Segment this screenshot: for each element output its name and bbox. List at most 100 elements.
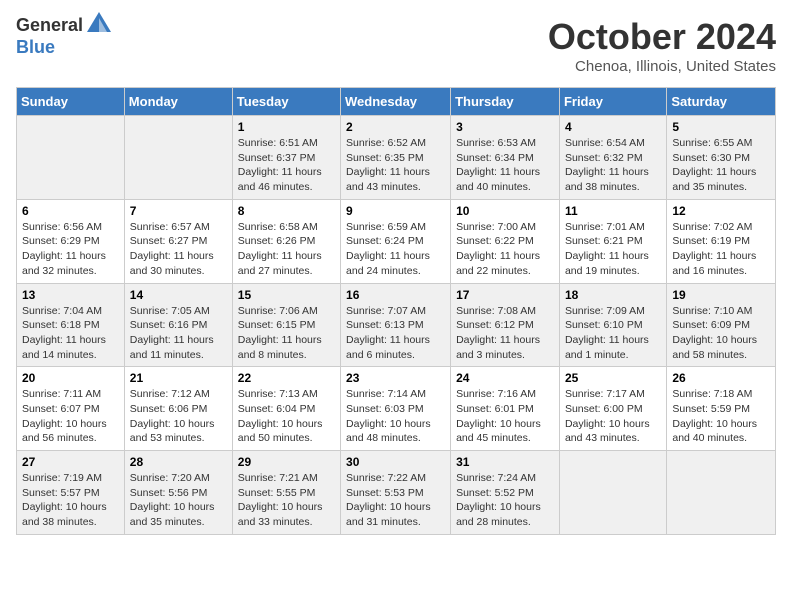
- day-number: 8: [238, 204, 335, 218]
- day-info: Sunrise: 7:17 AMSunset: 6:00 PMDaylight:…: [565, 387, 661, 446]
- table-row: [17, 116, 125, 200]
- calendar-week-row: 13Sunrise: 7:04 AMSunset: 6:18 PMDayligh…: [17, 283, 776, 367]
- day-info: Sunrise: 6:55 AMSunset: 6:30 PMDaylight:…: [672, 136, 770, 195]
- day-info: Sunrise: 7:21 AMSunset: 5:55 PMDaylight:…: [238, 471, 335, 530]
- table-row: 18Sunrise: 7:09 AMSunset: 6:10 PMDayligh…: [559, 283, 666, 367]
- table-row: [124, 116, 232, 200]
- day-number: 5: [672, 120, 770, 134]
- day-info: Sunrise: 7:22 AMSunset: 5:53 PMDaylight:…: [346, 471, 445, 530]
- day-info: Sunrise: 6:59 AMSunset: 6:24 PMDaylight:…: [346, 220, 445, 279]
- day-number: 1: [238, 120, 335, 134]
- table-row: 13Sunrise: 7:04 AMSunset: 6:18 PMDayligh…: [17, 283, 125, 367]
- location-title: Chenoa, Illinois, United States: [548, 58, 776, 75]
- table-row: 14 Sunrise: 7:05 AMSunset: 6:16 PMDayligh…: [124, 283, 232, 367]
- logo: General Blue: [16, 16, 113, 58]
- table-row: 15 Sunrise: 7:06 AMSunset: 6:15 PMDayligh…: [232, 283, 340, 367]
- table-row: 22Sunrise: 7:13 AMSunset: 6:04 PMDayligh…: [232, 367, 340, 451]
- table-row: 12 Sunrise: 7:02 AMSunset: 6:19 PMDayligh…: [667, 199, 776, 283]
- day-number: 23: [346, 371, 445, 385]
- day-number: 21: [130, 371, 227, 385]
- header-friday: Friday: [559, 88, 666, 116]
- table-row: 7 Sunrise: 6:57 AMSunset: 6:27 PMDaylight…: [124, 199, 232, 283]
- day-number: 10: [456, 204, 554, 218]
- day-number: 25: [565, 371, 661, 385]
- day-info: Sunrise: 7:08 AMSunset: 6:12 PMDaylight:…: [456, 304, 554, 363]
- calendar-week-row: 27 Sunrise: 7:19 AMSunset: 5:57 PMDayligh…: [17, 451, 776, 535]
- title-area: October 2024 Chenoa, Illinois, United St…: [548, 16, 776, 75]
- day-number: 7: [130, 204, 227, 218]
- day-info: Sunrise: 7:01 AMSunset: 6:21 PMDaylight:…: [565, 220, 661, 279]
- day-info: Sunrise: 6:58 AMSunset: 6:26 PMDaylight:…: [238, 220, 335, 279]
- table-row: 9 Sunrise: 6:59 AMSunset: 6:24 PMDaylight…: [341, 199, 451, 283]
- calendar-header-row: Sunday Monday Tuesday Wednesday Thursday…: [17, 88, 776, 116]
- day-info: Sunrise: 7:19 AMSunset: 5:57 PMDaylight:…: [22, 471, 119, 530]
- day-number: 14: [130, 288, 227, 302]
- day-info: Sunrise: 7:06 AMSunset: 6:15 PMDaylight:…: [238, 304, 335, 363]
- table-row: 28 Sunrise: 7:20 AMSunset: 5:56 PMDayligh…: [124, 451, 232, 535]
- header-sunday: Sunday: [17, 88, 125, 116]
- day-info: Sunrise: 6:54 AMSunset: 6:32 PMDaylight:…: [565, 136, 661, 195]
- day-number: 4: [565, 120, 661, 134]
- table-row: [667, 451, 776, 535]
- logo-icon: [85, 10, 113, 38]
- calendar-week-row: 6 Sunrise: 6:56 AMSunset: 6:29 PMDaylight…: [17, 199, 776, 283]
- day-number: 15: [238, 288, 335, 302]
- header-thursday: Thursday: [451, 88, 560, 116]
- table-row: 3Sunrise: 6:53 AMSunset: 6:34 PMDaylight…: [451, 116, 560, 200]
- day-info: Sunrise: 7:12 AMSunset: 6:06 PMDaylight:…: [130, 387, 227, 446]
- day-info: Sunrise: 6:57 AMSunset: 6:27 PMDaylight:…: [130, 220, 227, 279]
- day-info: Sunrise: 7:05 AMSunset: 6:16 PMDaylight:…: [130, 304, 227, 363]
- day-number: 29: [238, 455, 335, 469]
- day-info: Sunrise: 7:10 AMSunset: 6:09 PMDaylight:…: [672, 304, 770, 363]
- month-title: October 2024: [548, 16, 776, 58]
- header-monday: Monday: [124, 88, 232, 116]
- day-number: 20: [22, 371, 119, 385]
- day-number: 27: [22, 455, 119, 469]
- table-row: 8 Sunrise: 6:58 AMSunset: 6:26 PMDaylight…: [232, 199, 340, 283]
- table-row: 30 Sunrise: 7:22 AMSunset: 5:53 PMDayligh…: [341, 451, 451, 535]
- day-info: Sunrise: 7:20 AMSunset: 5:56 PMDaylight:…: [130, 471, 227, 530]
- day-number: 28: [130, 455, 227, 469]
- header-saturday: Saturday: [667, 88, 776, 116]
- day-number: 6: [22, 204, 119, 218]
- table-row: 24 Sunrise: 7:16 AMSunset: 6:01 PMDayligh…: [451, 367, 560, 451]
- day-info: Sunrise: 7:09 AMSunset: 6:10 PMDaylight:…: [565, 304, 661, 363]
- day-info: Sunrise: 6:56 AMSunset: 6:29 PMDaylight:…: [22, 220, 119, 279]
- day-number: 2: [346, 120, 445, 134]
- day-info: Sunrise: 7:18 AMSunset: 5:59 PMDaylight:…: [672, 387, 770, 446]
- table-row: [559, 451, 666, 535]
- logo-blue: Blue: [16, 38, 113, 58]
- day-number: 24: [456, 371, 554, 385]
- day-info: Sunrise: 7:00 AMSunset: 6:22 PMDaylight:…: [456, 220, 554, 279]
- day-info: Sunrise: 6:51 AMSunset: 6:37 PMDaylight:…: [238, 136, 335, 195]
- day-number: 12: [672, 204, 770, 218]
- day-number: 31: [456, 455, 554, 469]
- table-row: 23 Sunrise: 7:14 AMSunset: 6:03 PMDayligh…: [341, 367, 451, 451]
- header-tuesday: Tuesday: [232, 88, 340, 116]
- logo-general: General: [16, 16, 113, 38]
- table-row: 19Sunrise: 7:10 AMSunset: 6:09 PMDayligh…: [667, 283, 776, 367]
- table-row: 1 Sunrise: 6:51 AMSunset: 6:37 PMDaylight…: [232, 116, 340, 200]
- header-wednesday: Wednesday: [341, 88, 451, 116]
- day-info: Sunrise: 7:16 AMSunset: 6:01 PMDaylight:…: [456, 387, 554, 446]
- day-number: 9: [346, 204, 445, 218]
- table-row: 17Sunrise: 7:08 AMSunset: 6:12 PMDayligh…: [451, 283, 560, 367]
- day-info: Sunrise: 6:53 AMSunset: 6:34 PMDaylight:…: [456, 136, 554, 195]
- table-row: 26Sunrise: 7:18 AMSunset: 5:59 PMDayligh…: [667, 367, 776, 451]
- table-row: 25 Sunrise: 7:17 AMSunset: 6:00 PMDayligh…: [559, 367, 666, 451]
- day-info: Sunrise: 7:11 AMSunset: 6:07 PMDaylight:…: [22, 387, 119, 446]
- table-row: 27 Sunrise: 7:19 AMSunset: 5:57 PMDayligh…: [17, 451, 125, 535]
- table-row: 2 Sunrise: 6:52 AMSunset: 6:35 PMDaylight…: [341, 116, 451, 200]
- table-row: 6 Sunrise: 6:56 AMSunset: 6:29 PMDaylight…: [17, 199, 125, 283]
- day-info: Sunrise: 7:14 AMSunset: 6:03 PMDaylight:…: [346, 387, 445, 446]
- day-number: 13: [22, 288, 119, 302]
- day-info: Sunrise: 7:07 AMSunset: 6:13 PMDaylight:…: [346, 304, 445, 363]
- logo-text: General Blue: [16, 16, 113, 58]
- day-info: Sunrise: 7:02 AMSunset: 6:19 PMDaylight:…: [672, 220, 770, 279]
- table-row: 29 Sunrise: 7:21 AMSunset: 5:55 PMDayligh…: [232, 451, 340, 535]
- table-row: 16Sunrise: 7:07 AMSunset: 6:13 PMDayligh…: [341, 283, 451, 367]
- day-info: Sunrise: 6:52 AMSunset: 6:35 PMDaylight:…: [346, 136, 445, 195]
- table-row: 31Sunrise: 7:24 AMSunset: 5:52 PMDayligh…: [451, 451, 560, 535]
- day-number: 30: [346, 455, 445, 469]
- table-row: 5 Sunrise: 6:55 AMSunset: 6:30 PMDaylight…: [667, 116, 776, 200]
